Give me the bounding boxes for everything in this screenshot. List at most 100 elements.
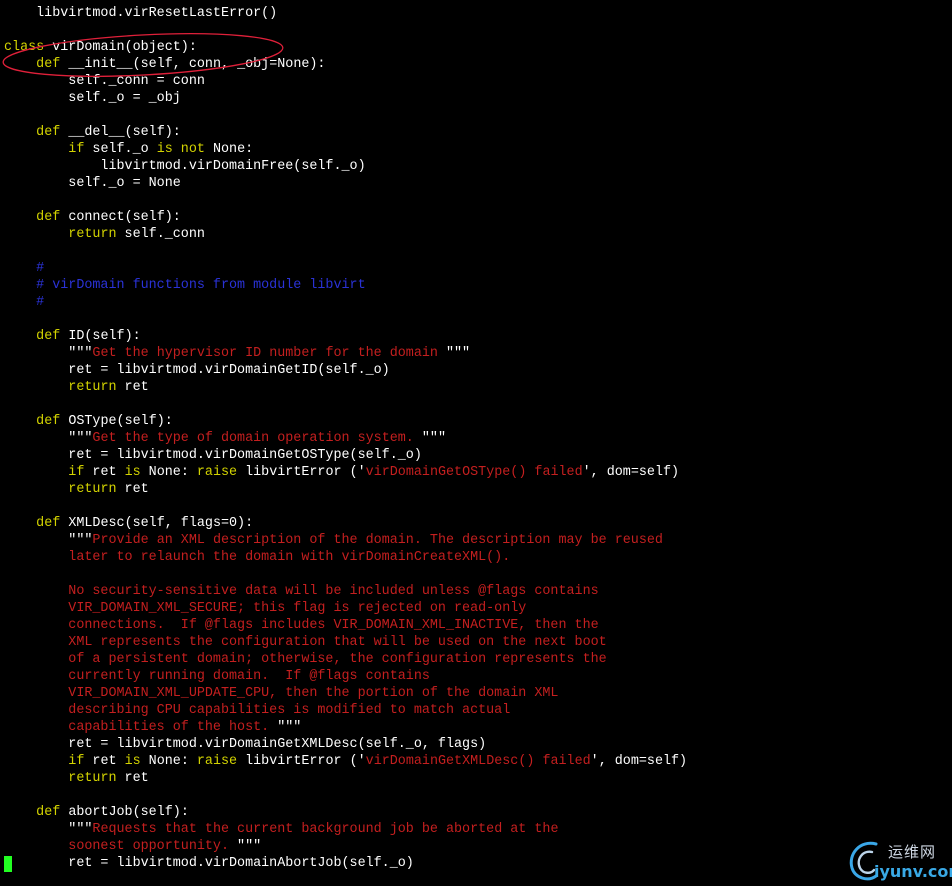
code-token-keyword: def bbox=[36, 805, 61, 820]
code-token-normal: libvirtError (' bbox=[237, 465, 366, 480]
code-line[interactable]: class virDomain(object): bbox=[4, 39, 197, 56]
code-token-normal: """ bbox=[237, 839, 262, 854]
code-token-normal: (self, flags=0): bbox=[124, 516, 254, 531]
code-line[interactable]: def connect(self): bbox=[4, 209, 181, 226]
code-token-normal bbox=[4, 210, 36, 225]
code-token-normal: None: bbox=[204, 142, 254, 157]
code-line[interactable]: of a persistent domain; otherwise, the c… bbox=[4, 651, 606, 668]
code-token-normal: """ bbox=[277, 720, 302, 735]
code-line[interactable]: def abortJob(self): bbox=[4, 804, 189, 821]
code-line[interactable]: describing CPU capabilities is modified … bbox=[4, 702, 510, 719]
code-line[interactable]: connections. If @flags includes VIR_DOMA… bbox=[4, 617, 598, 634]
code-token-keyword: is not bbox=[156, 142, 205, 157]
code-token-normal: ret = libvirtmod.virDomainAbortJob(self.… bbox=[4, 856, 414, 871]
code-token-keyword: return bbox=[68, 482, 117, 497]
code-line[interactable]: currently running domain. If @flags cont… bbox=[4, 668, 430, 685]
code-token-string: currently running domain. If @flags cont… bbox=[4, 669, 430, 684]
code-token-normal: """ bbox=[421, 431, 446, 446]
code-line[interactable]: return ret bbox=[4, 481, 148, 498]
code-token-keyword: def bbox=[36, 57, 61, 72]
code-token-normal: None: bbox=[140, 754, 197, 769]
code-token-string: VIR_DOMAIN_XML_UPDATE_CPU, then the port… bbox=[4, 686, 559, 701]
code-line[interactable]: def __del__(self): bbox=[4, 124, 181, 141]
code-token-normal: libvirtError (' bbox=[237, 754, 366, 769]
code-line[interactable]: ret = libvirtmod.virDomainGetID(self._o) bbox=[4, 362, 389, 379]
code-token-function: OSType bbox=[68, 414, 117, 429]
code-token-function: virDomain bbox=[52, 40, 125, 55]
code-line[interactable]: ret = libvirtmod.virDomainGetXMLDesc(sel… bbox=[4, 736, 486, 753]
code-line[interactable]: if self._o is not None: bbox=[4, 141, 253, 158]
code-line[interactable]: libvirtmod.virDomainFree(self._o) bbox=[4, 158, 366, 175]
code-token-comment: # bbox=[4, 295, 45, 310]
code-line[interactable]: No security-sensitive data will be inclu… bbox=[4, 583, 599, 600]
code-line[interactable]: # virDomain functions from module libvir… bbox=[4, 277, 366, 294]
code-line[interactable]: """Get the type of domain operation syst… bbox=[4, 430, 446, 447]
code-line[interactable]: return self._conn bbox=[4, 226, 205, 243]
code-token-string: Get the type of domain operation system. bbox=[92, 431, 422, 446]
code-token-keyword: def bbox=[36, 516, 61, 531]
code-token-string: capabilities of the host. bbox=[4, 720, 278, 735]
code-token-normal bbox=[4, 771, 68, 786]
code-token-keyword: is bbox=[124, 754, 141, 769]
code-token-normal bbox=[4, 329, 36, 344]
code-token-normal bbox=[4, 142, 68, 157]
code-token-normal: (self): bbox=[132, 805, 189, 820]
code-token-normal bbox=[4, 482, 68, 497]
code-token-normal: ret = libvirtmod.virDomainGetOSType(self… bbox=[4, 448, 422, 463]
code-token-comment: # virDomain functions from module libvir… bbox=[4, 278, 366, 293]
code-line[interactable]: def ID(self): bbox=[4, 328, 140, 345]
code-token-normal bbox=[4, 805, 36, 820]
code-token-string: virDomainGetOSType() failed bbox=[365, 465, 583, 480]
code-token-normal: libvirtmod.virDomainFree(self._o) bbox=[4, 159, 366, 174]
code-token-string: Provide an XML description of the domain… bbox=[92, 533, 663, 548]
code-token-normal: ret bbox=[116, 771, 149, 786]
code-token-normal: (self): bbox=[116, 414, 173, 429]
code-line[interactable]: XML represents the configuration that wi… bbox=[4, 634, 606, 651]
code-line[interactable]: libvirtmod.virResetLastError() bbox=[4, 5, 277, 22]
code-line[interactable]: if ret is None: raise libvirtError ('vir… bbox=[4, 753, 687, 770]
code-line[interactable]: """Get the hypervisor ID number for the … bbox=[4, 345, 470, 362]
code-line[interactable]: """Provide an XML description of the dom… bbox=[4, 532, 663, 549]
code-line[interactable]: def OSType(self): bbox=[4, 413, 173, 430]
code-editor[interactable]: libvirtmod.virResetLastError() class virD… bbox=[0, 0, 952, 886]
code-line[interactable]: ret = libvirtmod.virDomainGetOSType(self… bbox=[4, 447, 422, 464]
code-line[interactable]: def __init__(self, conn, _obj=None): bbox=[4, 56, 325, 73]
code-token-keyword: class bbox=[4, 40, 45, 55]
code-token-normal bbox=[4, 227, 68, 242]
code-token-string: Requests that the current background job… bbox=[92, 822, 559, 837]
code-token-normal: self._o = _obj bbox=[4, 91, 181, 106]
code-token-normal: ', dom=self) bbox=[590, 754, 688, 769]
code-line[interactable]: self._o = None bbox=[4, 175, 181, 192]
code-token-string: describing CPU capabilities is modified … bbox=[4, 703, 511, 718]
code-token-normal: None: bbox=[140, 465, 197, 480]
code-token-function: ID bbox=[68, 329, 85, 344]
code-line[interactable]: def XMLDesc(self, flags=0): bbox=[4, 515, 253, 532]
code-line[interactable]: if ret is None: raise libvirtError ('vir… bbox=[4, 464, 679, 481]
code-token-keyword: def bbox=[36, 125, 61, 140]
text-cursor bbox=[4, 856, 12, 872]
code-line[interactable]: return ret bbox=[4, 770, 149, 787]
code-token-normal: (self): bbox=[124, 210, 181, 225]
code-line[interactable]: self._conn = conn bbox=[4, 73, 205, 90]
code-token-normal: libvirtmod.virResetLastError() bbox=[4, 6, 278, 21]
code-line[interactable]: ret = libvirtmod.virDomainAbortJob(self.… bbox=[4, 855, 414, 872]
code-token-keyword: return bbox=[68, 227, 117, 242]
code-line[interactable]: # bbox=[4, 260, 44, 277]
code-token-normal: ', dom=self) bbox=[582, 465, 680, 480]
code-token-normal: ret = libvirtmod.virDomainGetXMLDesc(sel… bbox=[4, 737, 487, 752]
code-line[interactable]: return ret bbox=[4, 379, 149, 396]
code-line[interactable]: self._o = _obj bbox=[4, 90, 181, 107]
code-token-normal: ret bbox=[116, 380, 149, 395]
code-token-string: No security-sensitive data will be inclu… bbox=[4, 584, 599, 599]
code-token-normal: self._o = None bbox=[4, 176, 181, 191]
code-token-comment: # bbox=[4, 261, 45, 276]
code-line[interactable]: VIR_DOMAIN_XML_SECURE; this flag is reje… bbox=[4, 600, 526, 617]
code-line[interactable]: soonest opportunity. """ bbox=[4, 838, 261, 855]
code-token-normal: ret bbox=[84, 754, 125, 769]
code-line[interactable]: """Requests that the current background … bbox=[4, 821, 558, 838]
code-token-keyword: raise bbox=[196, 465, 238, 480]
code-line[interactable]: VIR_DOMAIN_XML_UPDATE_CPU, then the port… bbox=[4, 685, 558, 702]
code-line[interactable]: # bbox=[4, 294, 44, 311]
code-line[interactable]: capabilities of the host. """ bbox=[4, 719, 301, 736]
code-line[interactable]: later to relaunch the domain with virDom… bbox=[4, 549, 510, 566]
